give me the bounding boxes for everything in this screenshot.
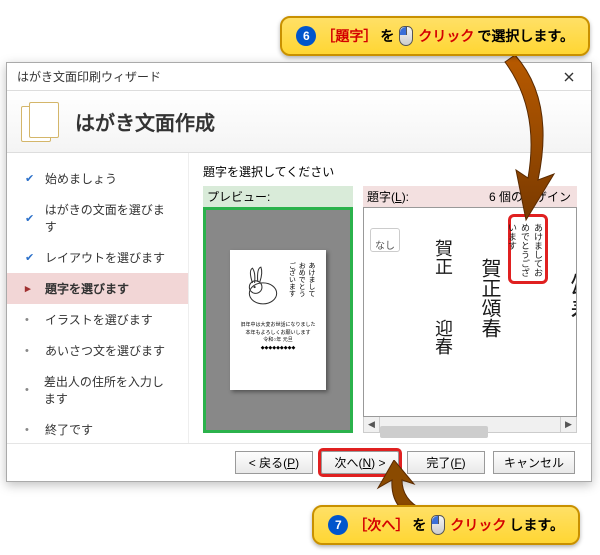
callout-mid: を (412, 515, 426, 535)
step-label: 始めましょう (45, 170, 117, 187)
design-grid[interactable]: なし 賀正 迎春 賀正頌春 あけましておめでとうございます 頌春 (363, 207, 577, 417)
step-greeting[interactable]: • あいさつ文を選びます (7, 335, 188, 366)
callout-mid: を (380, 26, 394, 46)
check-icon: ✔ (25, 251, 37, 264)
scroll-thumb[interactable] (380, 426, 488, 438)
design-picker: 題字(L): 6 個のデザイン なし 賀正 迎春 賀正頌春 あけましておめでとう… (363, 186, 577, 433)
step-label: イラストを選びます (45, 311, 153, 328)
wizard-dialog: はがき文面印刷ウィザード はがき文面作成 ✔ 始めましょう ✔ はがきの文面を選びま… (6, 62, 592, 482)
step-label: 差出人の住所を入力します (44, 373, 174, 407)
callout-action: クリック (450, 515, 506, 535)
mouse-icon (399, 26, 413, 46)
preview-label: プレビュー: (203, 186, 353, 207)
design-option[interactable]: 賀正 (404, 214, 452, 292)
design-option[interactable]: 賀正頌春 (456, 214, 504, 374)
bullet-icon: • (25, 424, 37, 436)
preview-vertical-text: あけましておめでとうございます (287, 262, 316, 297)
scroll-right-button[interactable]: ▶ (560, 417, 576, 432)
step-label: レイアウトを選びます (45, 249, 165, 266)
mouse-icon (431, 515, 445, 535)
preview-card: あけましておめでとうございます 旧年中は大変お世話になりました本年もよろしくお願… (230, 250, 326, 390)
callout-number: 7 (328, 515, 348, 535)
callout-bracket-text: ［次へ］ (353, 515, 409, 535)
window-title: はがき文面印刷ウィザード (17, 68, 161, 85)
cancel-button[interactable]: キャンセル (493, 451, 575, 474)
step-layout[interactable]: ✔ レイアウトを選びます (7, 242, 188, 273)
step-bunmen[interactable]: ✔ はがきの文面を選びます (7, 194, 188, 242)
back-button[interactable]: < 戻る(P) (235, 451, 313, 474)
design-count: 6 個のデザイン (489, 188, 577, 205)
design-none[interactable]: なし (370, 228, 400, 252)
close-icon (564, 72, 574, 82)
bullet-icon: • (25, 384, 36, 396)
step-address[interactable]: • 差出人の住所を入力します (7, 366, 188, 414)
close-button[interactable] (553, 66, 585, 88)
step-label: 終了です (45, 421, 93, 438)
step-list: ✔ 始めましょう ✔ はがきの文面を選びます ✔ レイアウトを選びます ▸ 題字を選びま… (7, 153, 189, 443)
step-start[interactable]: ✔ 始めましょう (7, 163, 188, 194)
callout-tail: します。 (509, 515, 564, 535)
rabbit-icon (242, 264, 284, 306)
next-button[interactable]: 次へ(N) > (321, 451, 399, 474)
callout-action: クリック (418, 26, 474, 46)
design-selected[interactable]: あけましておめでとうございます (508, 214, 548, 284)
wizard-heading: はがき文面作成 (75, 107, 215, 136)
step-label: あいさつ文を選びます (45, 342, 165, 359)
callout-number: 6 (296, 26, 316, 46)
step-label: 題字を選びます (45, 280, 129, 297)
content-pane: 題字を選択してください プレビュー: あけ (189, 153, 591, 443)
bullet-icon: • (25, 345, 37, 357)
preview-column: プレビュー: あけましておめでとうございます 旧年中は大変お世話に (203, 186, 353, 433)
preview-box: あけましておめでとうございます 旧年中は大変お世話になりました本年もよろしくお願… (203, 207, 353, 433)
design-option[interactable]: 頌春 (552, 214, 577, 374)
titlebar: はがき文面印刷ウィザード (7, 63, 591, 91)
callout-step7: 7 ［次へ］ を クリック します。 (312, 505, 580, 545)
preview-bottom-text: 旧年中は大変お世話になりました本年もよろしくお願いします令和○年 元旦◆◆◆◆◆… (230, 322, 326, 352)
finish-button[interactable]: 完了(F) (407, 451, 485, 474)
step-label: はがきの文面を選びます (45, 201, 174, 235)
step-illust[interactable]: • イラストを選びます (7, 304, 188, 335)
step-daiji[interactable]: ▸ 題字を選びます (7, 273, 188, 304)
wizard-footer: < 戻る(P) 次へ(N) > 完了(F) キャンセル (7, 443, 591, 481)
horizontal-scrollbar[interactable]: ◀ ▶ (363, 417, 577, 433)
step-finish[interactable]: • 終了です (7, 414, 188, 445)
picker-label: 題字(L): (363, 188, 409, 205)
scroll-left-button[interactable]: ◀ (364, 417, 380, 432)
arrow-right-icon: ▸ (25, 282, 37, 295)
document-icon (21, 102, 61, 142)
callout-bracket-text: ［題字］ (321, 26, 377, 46)
instruction-label: 題字を選択してください (203, 163, 577, 180)
design-option[interactable]: 迎春 (404, 294, 452, 372)
bullet-icon: • (25, 314, 37, 326)
wizard-header: はがき文面作成 (7, 91, 591, 153)
check-icon: ✔ (25, 212, 37, 225)
check-icon: ✔ (25, 172, 37, 185)
picker-header: 題字(L): 6 個のデザイン (363, 186, 577, 207)
callout-tail: で選択します。 (477, 26, 574, 46)
callout-step6: 6 ［題字］ を クリック で選択します。 (280, 16, 590, 56)
